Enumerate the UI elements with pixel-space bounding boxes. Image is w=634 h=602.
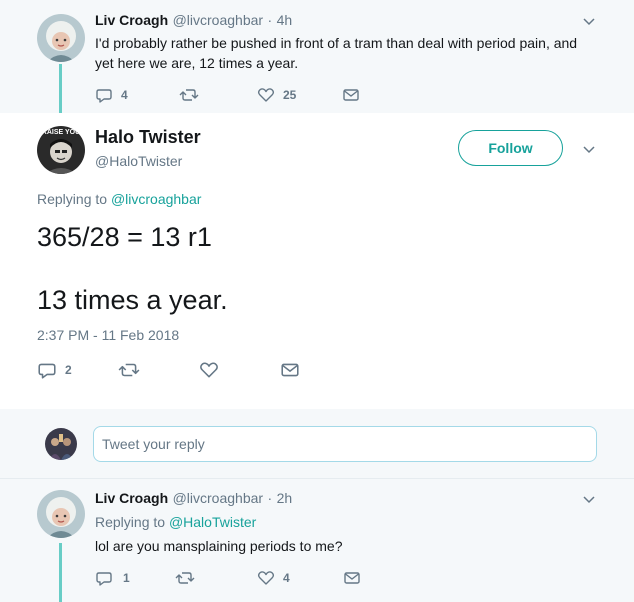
user-avatar[interactable] [45,428,77,460]
thread-line [59,543,62,602]
author-name[interactable]: Halo Twister [95,127,201,148]
tweet-text-line-1: 365/28 = 13 r1 [37,222,212,252]
reply-composer: Tweet your reply [0,423,634,479]
replying-to: Replying to @HaloTwister [95,514,256,530]
retweet-button[interactable] [179,86,257,104]
tweet-time[interactable]: 4h [277,12,293,28]
dm-button[interactable] [280,360,300,380]
replying-prefix: Replying to [95,514,166,530]
tweet-text-line-2: 13 times a year. [37,285,228,315]
avatar-caption: RAISE YOU [42,129,80,136]
thread-line [59,64,62,113]
reply-tweet[interactable]: Liv Croagh @livcroaghbar · 2h Replying t… [0,479,634,602]
reply-icon [38,363,56,379]
replying-to: Replying to @livcroaghbar [37,191,201,207]
avatar[interactable] [37,14,85,62]
tweet-actions: 1 4 [95,568,361,588]
reply-count: 1 [123,571,130,585]
heart-icon [257,88,275,102]
retweet-button[interactable] [175,569,257,587]
separator: · [267,12,273,28]
reply-button[interactable]: 2 [37,360,118,380]
separator: · [267,490,273,506]
focused-tweet: RAISE YOU Halo Twister @HaloTwister Foll… [0,113,634,409]
retweet-button[interactable] [118,360,199,380]
avatar[interactable]: RAISE YOU [37,126,85,174]
heart-icon [200,362,218,378]
chevron-down-icon[interactable] [582,492,596,506]
reply-input[interactable]: Tweet your reply [93,426,597,462]
tweet-timestamp[interactable]: 2:37 PM - 11 Feb 2018 [37,327,179,343]
heart-icon [257,571,275,585]
replying-to-link[interactable]: @livcroaghbar [111,191,201,207]
retweet-icon [175,572,195,584]
retweet-icon [118,363,140,377]
like-button[interactable]: 25 [257,86,342,104]
like-count: 25 [283,88,297,102]
envelope-icon [281,363,299,377]
author-name[interactable]: Liv Croagh [95,12,168,28]
like-count: 4 [283,571,290,585]
like-button[interactable] [199,360,280,380]
tweet-text: lol are you mansplaining periods to me? [95,538,343,554]
section-divider [0,409,634,423]
retweet-icon [179,89,199,101]
tweet-header: Liv Croagh @livcroaghbar · 4h [95,12,292,30]
reply-icon [96,89,112,103]
tweet-text: I'd probably rather be pushed in front o… [95,35,578,71]
author-name[interactable]: Liv Croagh [95,490,168,506]
avatar[interactable] [37,490,85,538]
like-button[interactable]: 4 [257,569,343,587]
author-handle[interactable]: @livcroaghbar [173,490,263,506]
tweet-header: Liv Croagh @livcroaghbar · 2h [95,490,292,508]
replying-to-link[interactable]: @HaloTwister [169,514,256,530]
dm-button[interactable] [342,86,360,104]
tweet-actions: 4 25 [95,85,360,105]
replying-prefix: Replying to [37,191,108,207]
author-handle[interactable]: @livcroaghbar [173,12,263,28]
envelope-icon [343,89,359,101]
author-handle[interactable]: @HaloTwister [95,153,182,169]
tweet-time[interactable]: 2h [277,490,293,506]
chevron-down-icon[interactable] [582,14,596,28]
reply-count: 4 [121,88,128,102]
follow-button[interactable]: Follow [458,130,563,166]
chevron-down-icon[interactable] [582,142,596,156]
reply-count: 2 [65,363,72,377]
dm-button[interactable] [343,569,361,587]
parent-tweet[interactable]: Liv Croagh @livcroaghbar · 4h I'd probab… [0,0,634,113]
reply-button[interactable]: 4 [95,86,179,104]
reply-icon [96,572,112,586]
envelope-icon [344,572,360,584]
reply-button[interactable]: 1 [95,569,175,587]
tweet-actions: 2 [37,360,300,380]
